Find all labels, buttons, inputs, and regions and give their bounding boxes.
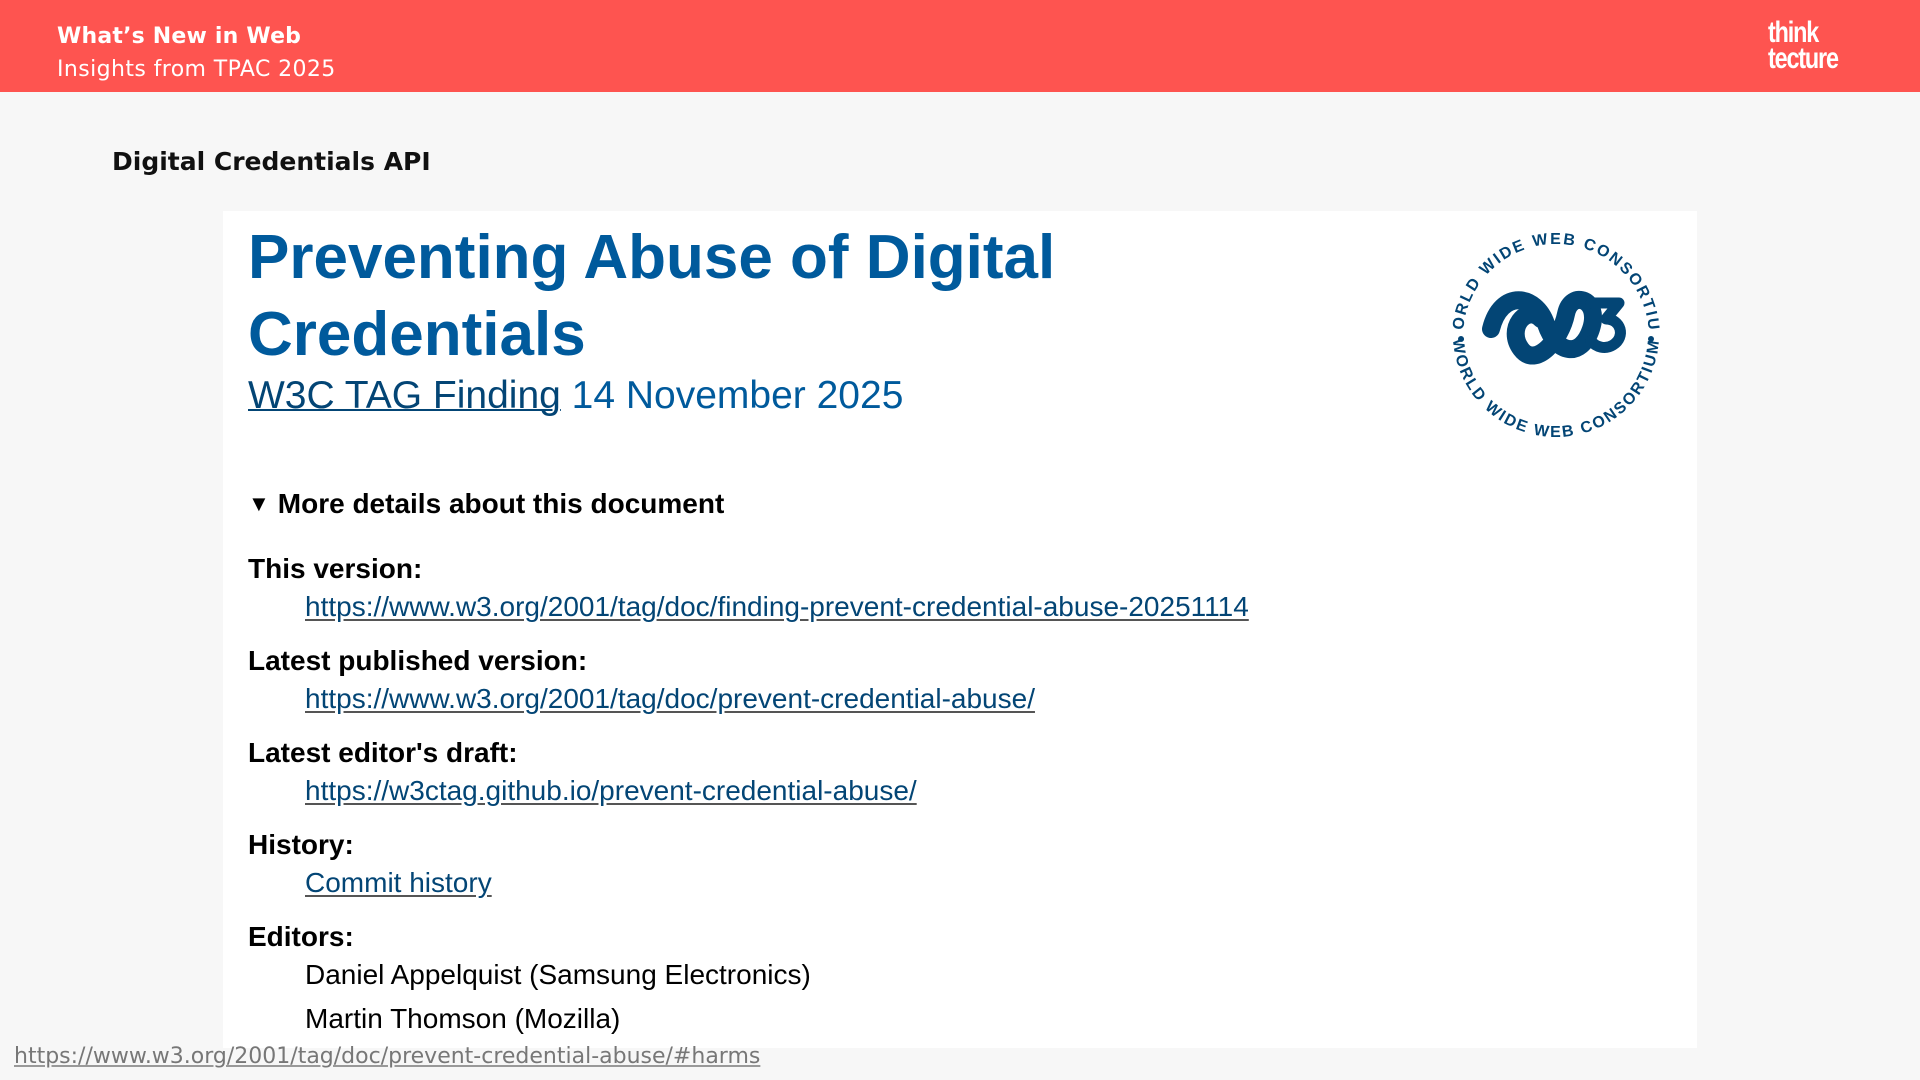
w3c-seal-logo: WORLD WIDE WEB CONSORTIUM WORLD WIDE WEB… xyxy=(1441,219,1661,441)
this-version-label: This version: xyxy=(248,553,423,584)
details-toggle[interactable]: ▼ More details about this document xyxy=(248,488,724,520)
history-label: History: xyxy=(248,829,354,860)
document-screenshot: Preventing Abuse of Digital Credentials … xyxy=(223,211,1697,1048)
editor-name: Martin Thomson (Mozilla) xyxy=(305,1003,621,1034)
latest-published-link[interactable]: https://www.w3.org/2001/tag/doc/prevent-… xyxy=(305,683,1035,714)
slide-header: What’s New in Web Insights from TPAC 202… xyxy=(0,0,1920,92)
document-date: 14 November 2025 xyxy=(571,374,904,417)
disclosure-triangle-icon: ▼ xyxy=(248,491,270,516)
editors-draft-label: Latest editor's draft: xyxy=(248,737,518,768)
logo-line-2: tecture xyxy=(1768,42,1839,75)
document-title: Preventing Abuse of Digital Credentials xyxy=(248,219,1248,373)
this-version-link[interactable]: https://www.w3.org/2001/tag/doc/finding-… xyxy=(305,591,1249,622)
editors-label: Editors: xyxy=(248,921,354,952)
thinktecture-logo: think tecture xyxy=(1768,18,1839,76)
document-title-line-2: Credentials xyxy=(248,300,586,369)
tag-finding-link[interactable]: W3C TAG Finding xyxy=(248,374,561,417)
header-title: What’s New in Web xyxy=(57,24,302,49)
editor-name: Daniel Appelquist (Samsung Electronics) xyxy=(305,959,811,990)
editors-draft-link[interactable]: https://w3ctag.github.io/prevent-credent… xyxy=(305,775,917,806)
commit-history-link[interactable]: Commit history xyxy=(305,867,492,898)
latest-published-label: Latest published version: xyxy=(248,645,588,676)
section-title: Digital Credentials API xyxy=(112,147,431,176)
document-subtitle: W3C TAG Finding 14 November 2025 xyxy=(248,373,903,419)
source-url-link[interactable]: https://www.w3.org/2001/tag/doc/prevent-… xyxy=(14,1044,760,1069)
document-title-line-1: Preventing Abuse of Digital xyxy=(248,223,1056,292)
document-details-list: This version: https://www.w3.org/2001/ta… xyxy=(248,553,1648,1045)
details-summary-label: More details about this document xyxy=(277,488,725,519)
header-subtitle: Insights from TPAC 2025 xyxy=(57,57,336,82)
